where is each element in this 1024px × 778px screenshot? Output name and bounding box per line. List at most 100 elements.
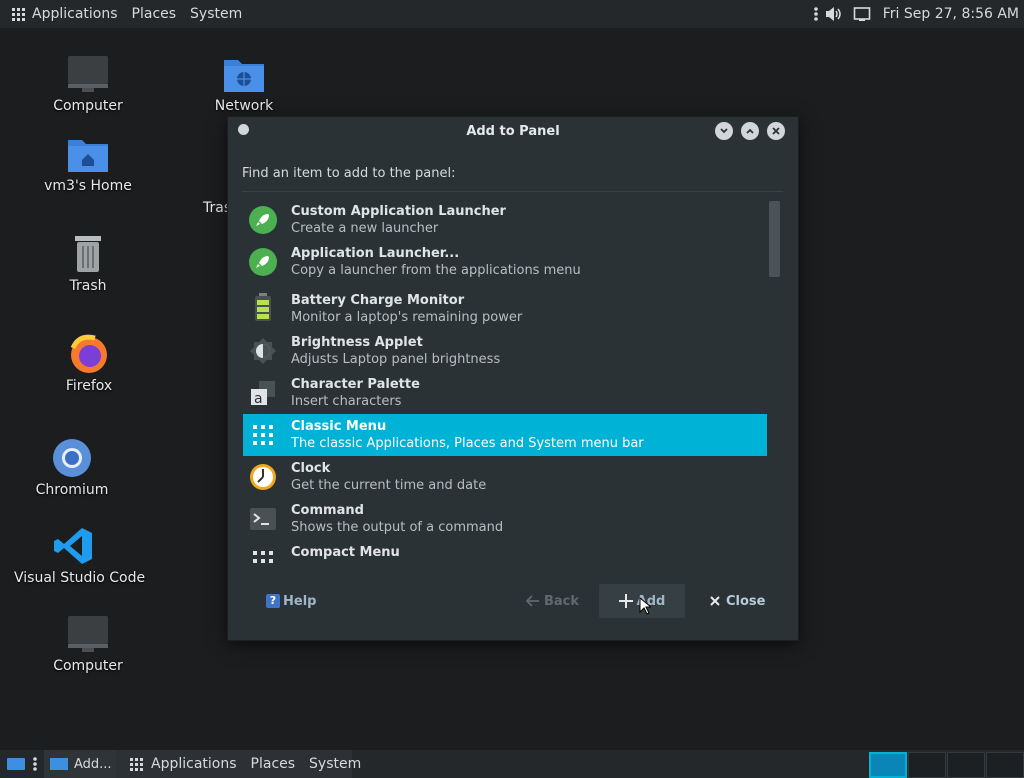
battery-icon: [255, 293, 271, 321]
maximize-button[interactable]: [741, 122, 759, 140]
terminal-icon: [250, 508, 276, 530]
taskbar-item-add-to-panel[interactable]: Add...: [44, 750, 118, 778]
list-scrollbar[interactable]: [769, 201, 780, 562]
desktop-icon-firefox[interactable]: Firefox: [29, 334, 149, 394]
desktop-icon-label: Firefox: [65, 378, 113, 394]
item-desc: Copy a launcher from the applications me…: [291, 263, 581, 278]
bottom-panel: Add... Applications Places System: [0, 750, 1024, 778]
desktop-icon-label: Trash: [69, 278, 107, 294]
system-tray: Fri Sep 27, 8:56 AM: [813, 0, 1024, 28]
item-desc: Shows the output of a command: [291, 520, 504, 535]
close-icon: [772, 127, 780, 135]
desktop-icon-label: vm3's Home: [44, 178, 132, 194]
desktop-icon-network[interactable]: Network: [184, 54, 304, 114]
trash-icon: [75, 236, 101, 272]
rocket-icon: [249, 206, 277, 234]
applications-menu[interactable]: Applications: [12, 6, 118, 22]
list-item-battery[interactable]: Battery Charge Monitor Monitor a laptop'…: [243, 283, 767, 330]
workspace-4[interactable]: [986, 752, 1024, 778]
more-vertical-icon[interactable]: [32, 756, 38, 772]
places-menu[interactable]: Places: [132, 6, 177, 22]
desktop-icon-vscode[interactable]: Visual Studio Code: [14, 526, 145, 586]
item-desc: Insert characters: [291, 394, 402, 409]
home-folder-icon: [68, 140, 108, 172]
workspace-1[interactable]: [869, 752, 907, 778]
list-item-character-palette[interactable]: a Character Palette Insert characters: [243, 372, 767, 414]
desktop-icon-label: Computer: [53, 658, 123, 674]
applications-menu-bottom[interactable]: Applications: [151, 756, 237, 772]
list-item-clock[interactable]: Clock Get the current time and date: [243, 456, 767, 498]
network-icon[interactable]: [853, 6, 871, 22]
list-item-custom-launcher[interactable]: Custom Application Launcher Create a new…: [243, 199, 767, 241]
applications-grid-icon: [12, 7, 25, 21]
panel-items-list[interactable]: Custom Application Launcher Create a new…: [243, 199, 767, 563]
desktop-icon-trash[interactable]: Trash: [28, 234, 148, 294]
close-window-button[interactable]: [767, 122, 785, 140]
desktop-icon-label: Computer: [53, 98, 123, 114]
item-name: Brightness Applet: [291, 335, 423, 350]
find-label: Find an item to add to the panel:: [242, 166, 456, 181]
vscode-icon: [54, 528, 92, 564]
back-label: Back: [544, 593, 580, 609]
list-item-application-launcher[interactable]: Application Launcher... Copy a launcher …: [243, 241, 767, 283]
scrollbar-thumb[interactable]: [769, 201, 780, 277]
volume-icon[interactable]: [825, 6, 843, 22]
task-label: Add...: [74, 756, 112, 772]
grid-menu-icon: [253, 551, 273, 563]
grid-menu-icon: [253, 425, 273, 445]
applications-grid-icon: [130, 757, 143, 771]
applications-menu-label[interactable]: Applications: [32, 6, 118, 22]
desktop-icon-home[interactable]: vm3's Home: [28, 134, 148, 194]
monitor-icon: [68, 616, 108, 652]
item-name: Battery Charge Monitor: [291, 293, 465, 308]
svg-text:a: a: [254, 391, 263, 407]
top-panel: Applications Places System Fri Sep 27, 8…: [0, 0, 1024, 28]
brightness-icon: [250, 338, 276, 364]
item-desc: The classic Applications, Places and Sys…: [291, 436, 644, 451]
add-to-panel-dialog: Add to Panel Find an item to add to the …: [227, 116, 799, 641]
item-desc: Adjusts Laptop panel brightness: [291, 352, 501, 367]
system-menu[interactable]: System: [190, 6, 242, 22]
desktop-icon-label: Network: [214, 98, 274, 114]
places-menu-bottom[interactable]: Places: [251, 756, 296, 772]
mouse-cursor-icon: [639, 597, 651, 615]
workspace-3[interactable]: [947, 752, 985, 778]
more-vertical-icon[interactable]: [813, 6, 819, 22]
help-button[interactable]: ? Help: [266, 584, 316, 618]
list-item-classic-menu[interactable]: Classic Menu The classic Applications, P…: [243, 414, 767, 456]
list-item-brightness[interactable]: Brightness Applet Adjusts Laptop panel b…: [243, 330, 767, 372]
arrow-left-icon: [526, 595, 539, 607]
dialog-titlebar[interactable]: Add to Panel: [228, 117, 798, 147]
chevron-down-icon: [720, 128, 728, 134]
monitor-icon: [68, 56, 108, 92]
desktop-icon-chromium[interactable]: Chromium: [12, 438, 132, 498]
help-icon: ?: [266, 594, 280, 608]
item-name: Classic Menu: [291, 419, 387, 434]
show-desktop-icon[interactable]: [6, 756, 26, 772]
back-button[interactable]: Back: [526, 584, 579, 618]
system-menu-bottom[interactable]: System: [309, 756, 361, 772]
help-label: Help: [283, 593, 317, 609]
close-button[interactable]: Close: [710, 584, 765, 618]
plus-icon: [618, 594, 633, 608]
item-name: Character Palette: [291, 377, 420, 392]
workspace-switcher: [868, 752, 1024, 778]
network-folder-icon: [224, 60, 264, 92]
desktop-icon-computer[interactable]: Computer: [28, 54, 148, 114]
clock-icon: [250, 464, 276, 490]
list-item-compact-menu[interactable]: Compact Menu: [243, 540, 767, 563]
classic-menu-bar: Applications Places System: [116, 750, 361, 778]
desktop-icon-computer-2[interactable]: Computer: [28, 614, 148, 674]
list-item-command[interactable]: Command Shows the output of a command: [243, 498, 767, 540]
firefox-icon: [70, 334, 107, 373]
item-desc: Monitor a laptop's remaining power: [291, 310, 523, 325]
item-desc: Create a new launcher: [291, 221, 439, 236]
dialog-title: Add to Panel: [466, 124, 560, 139]
clock[interactable]: Fri Sep 27, 8:56 AM: [883, 6, 1019, 22]
close-icon: [710, 596, 720, 606]
character-icon: a: [251, 381, 275, 407]
workspace-2[interactable]: [908, 752, 946, 778]
desktop-icon-label: Chromium: [35, 482, 109, 498]
minimize-button[interactable]: [715, 122, 733, 140]
chevron-up-icon: [746, 128, 754, 134]
